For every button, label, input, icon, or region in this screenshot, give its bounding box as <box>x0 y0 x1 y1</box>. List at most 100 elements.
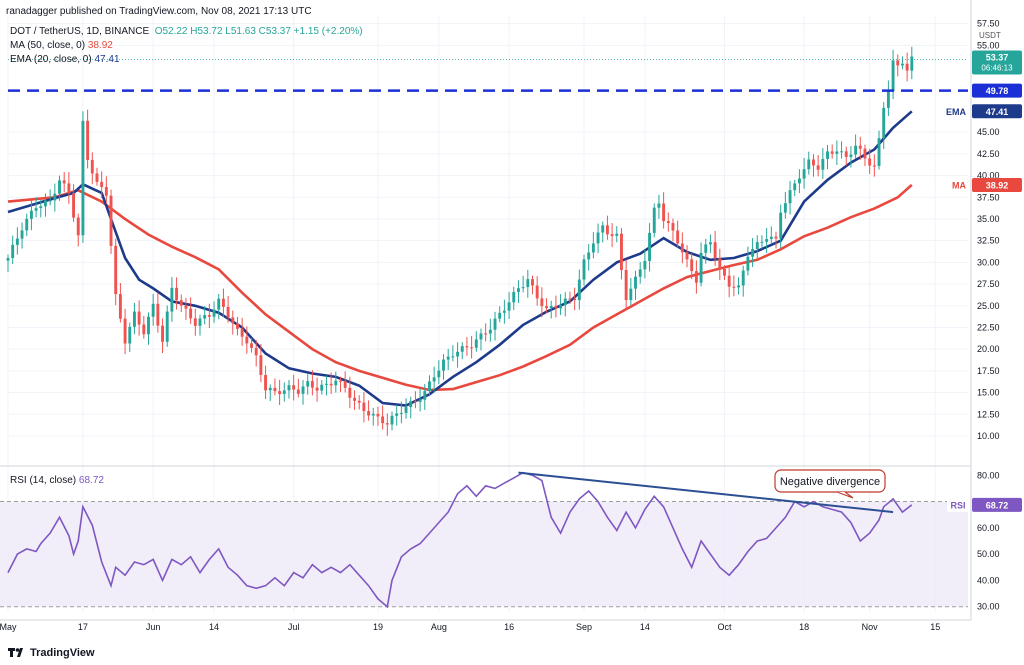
candle-body <box>676 230 680 244</box>
candle-body <box>62 180 66 184</box>
candle-body <box>67 183 71 194</box>
candle-body <box>671 223 675 231</box>
candle-body <box>132 311 136 327</box>
candle-body <box>339 380 342 382</box>
time-tick-label: 14 <box>640 622 650 632</box>
candle-body <box>840 151 844 153</box>
candle-body <box>236 323 239 329</box>
ma-badge-text: 38.92 <box>986 180 1009 190</box>
candle-body <box>278 391 282 394</box>
candle-body <box>217 298 221 310</box>
candle-body <box>882 107 886 139</box>
candle-body <box>58 180 61 194</box>
rsi-badge-text: 68.72 <box>986 500 1009 510</box>
candle-body <box>479 333 483 340</box>
candle-body <box>512 291 516 303</box>
tradingview-footer[interactable]: TradingView <box>8 646 95 660</box>
candle-body <box>531 279 534 286</box>
candle-body <box>545 306 548 309</box>
rsi-tick-label: 50.00 <box>977 549 1000 559</box>
candle-body <box>175 287 179 301</box>
candle-body <box>493 318 497 330</box>
candle-body <box>423 391 427 400</box>
rsi-band <box>0 501 968 607</box>
candle-body <box>591 243 595 253</box>
candle-body <box>488 329 492 334</box>
candle-body <box>797 178 801 184</box>
candle-body <box>821 158 825 170</box>
rsi-tick-label: 40.00 <box>977 575 1000 585</box>
candle-body <box>727 275 731 287</box>
price-chart[interactable]: 57.50 55.00 45.00 42.50 40.00 37.50 35.00 32.50… <box>0 0 1024 665</box>
candle-body <box>72 193 76 218</box>
candle-body <box>170 287 174 312</box>
candle-body <box>559 304 563 309</box>
candle-body <box>226 306 230 318</box>
candle-body <box>193 318 197 326</box>
time-tick-label: May <box>0 622 17 632</box>
candle-body <box>755 242 759 249</box>
resistance-badge-text: 49.78 <box>986 86 1009 96</box>
candle-body <box>634 276 637 289</box>
candle-body <box>39 206 43 209</box>
candle-body <box>718 258 722 269</box>
price-tick-label: 25.00 <box>977 301 1000 311</box>
candle-body <box>886 91 890 108</box>
annotation-text: Negative divergence <box>780 476 880 488</box>
time-tick-label: 17 <box>78 622 88 632</box>
price-tick-label: 17.50 <box>977 366 1000 376</box>
price-tick-label: 20.00 <box>977 344 1000 354</box>
price-tick-label: 32.50 <box>977 236 1000 246</box>
candle-body <box>221 298 225 307</box>
ohlc-values: O52.22 H53.72 L51.63 C53.37 +1.15 (+2.20… <box>154 26 363 37</box>
candle-body <box>891 60 895 92</box>
rsi-tick-label: 80.00 <box>977 470 1000 480</box>
candle-body <box>835 151 839 154</box>
candle-body <box>240 328 244 337</box>
price-tick-label: 37.50 <box>977 192 1000 202</box>
candle-body <box>844 151 848 157</box>
price-tick-label: 15.00 <box>977 388 1000 398</box>
candle-body <box>507 302 511 311</box>
ema-legend-value: 47.41 <box>94 54 120 65</box>
candle-body <box>900 63 904 66</box>
ema-badge-text: 47.41 <box>986 107 1009 117</box>
candle-body <box>816 165 820 170</box>
candle-body <box>858 145 862 149</box>
candle-body <box>516 288 520 292</box>
candle-body <box>212 309 216 317</box>
candle-body <box>802 169 806 179</box>
candle-body <box>872 165 876 167</box>
candle-body <box>568 298 572 300</box>
candle-body <box>460 346 464 352</box>
price-tick-label: 30.00 <box>977 257 1000 267</box>
candle-body <box>896 60 900 66</box>
candle-body <box>203 315 207 319</box>
candle-body <box>53 193 57 201</box>
candle-body <box>737 285 740 288</box>
rsi-tick-label: 60.00 <box>977 523 1000 533</box>
candle-body <box>254 347 258 356</box>
tradingview-brand: TradingView <box>30 647 95 659</box>
candle-body <box>409 401 413 408</box>
rsi-legend: RSI (14, close) 68.72 <box>10 475 104 487</box>
candle-body <box>577 279 581 301</box>
candle-body <box>189 308 193 319</box>
time-tick-label: 19 <box>373 622 383 632</box>
candle-body <box>708 242 712 245</box>
candle-body <box>282 390 286 394</box>
candle-body <box>118 294 122 319</box>
candle-body <box>615 233 619 236</box>
candle-body <box>76 217 80 236</box>
ema-tag-text: EMA <box>946 107 967 117</box>
candle-body <box>165 311 169 342</box>
time-tick-label: 18 <box>799 622 809 632</box>
time-tick-label: 14 <box>209 622 219 632</box>
candle-body <box>25 218 29 231</box>
candle-body <box>877 138 881 166</box>
ma-tag-text: MA <box>952 180 966 190</box>
candle-body <box>371 413 375 416</box>
candle-body <box>231 317 235 324</box>
time-tick-label: Aug <box>431 622 447 632</box>
candle-body <box>910 56 914 71</box>
